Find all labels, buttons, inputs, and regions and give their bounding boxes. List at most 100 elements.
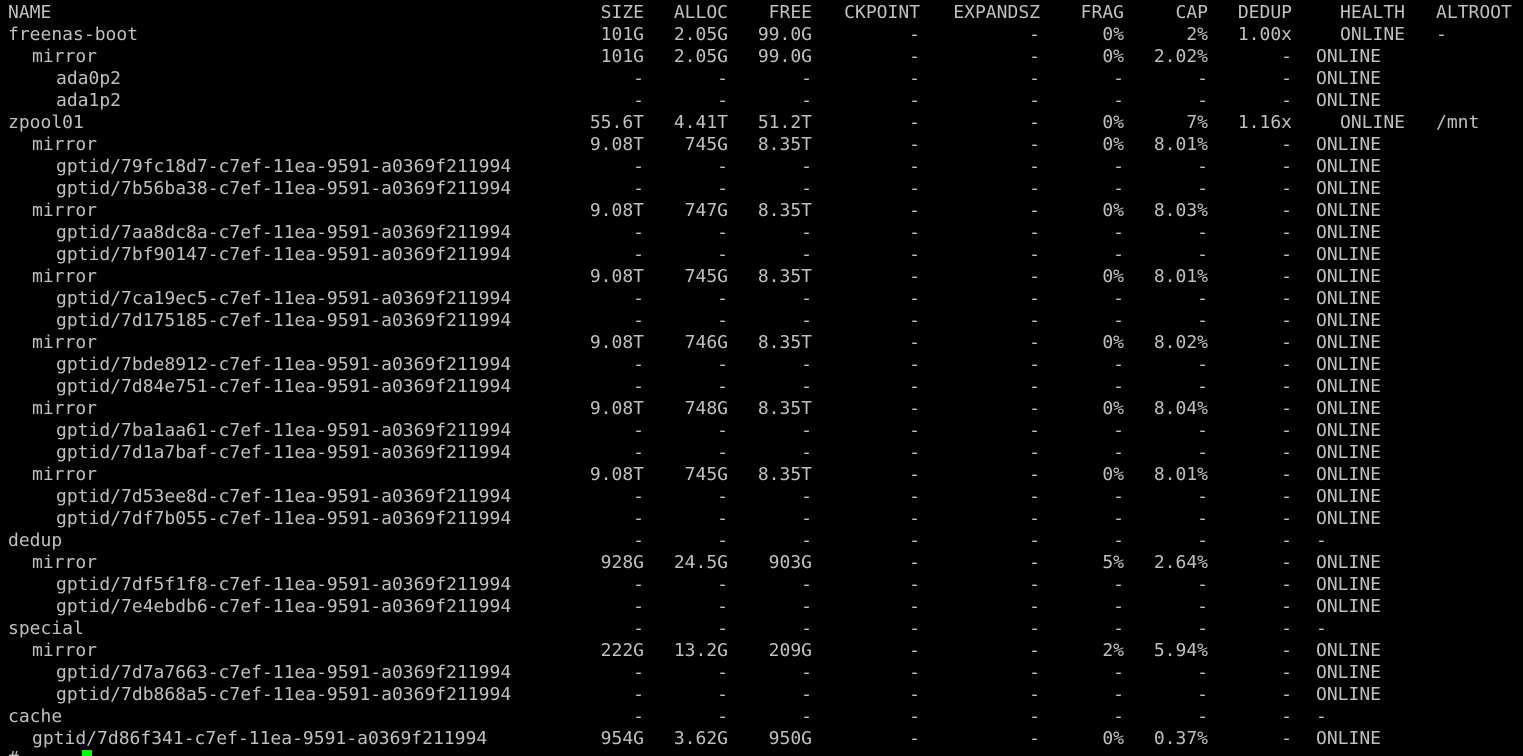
cell-size: 55.6T	[589, 112, 644, 133]
cell-size: -	[633, 90, 644, 111]
cell-alloc: -	[717, 244, 728, 265]
cell-dedup: -	[1281, 68, 1292, 89]
cell-alloc: -	[717, 310, 728, 331]
cell-health: ONLINE	[1316, 310, 1382, 331]
cell-expandsz: -	[1029, 178, 1040, 199]
column-header-row: NAME SIZE ALLOC FREE CKPOINT EXPANDSZ FRAG CAP D…	[0, 2, 1523, 24]
cell-ckpoint: -	[909, 90, 920, 111]
cell-frag: -	[1113, 178, 1124, 199]
cell-alloc: -	[717, 618, 728, 639]
cell-free: -	[801, 706, 812, 727]
terminal-window[interactable]: NAME SIZE ALLOC FREE CKPOINT EXPANDSZ FRAG CAP D…	[0, 0, 1523, 756]
cell-cap: 8.01%	[1153, 464, 1208, 485]
cell-health: ONLINE	[1340, 24, 1406, 45]
cell-expandsz: -	[1029, 662, 1040, 683]
cell-expandsz: -	[1029, 574, 1040, 595]
cell-cap: 8.03%	[1153, 200, 1208, 221]
cell-health: ONLINE	[1316, 376, 1382, 397]
cell-ckpoint: -	[909, 640, 920, 661]
cell-cap: -	[1197, 156, 1208, 177]
cell-cap: -	[1197, 442, 1208, 463]
cell-ckpoint: -	[909, 596, 920, 617]
table-row: mirror 9.08T 745G 8.35T - - 0% 8.01% - ONLINE	[0, 134, 1523, 156]
table-row: gptid/7ca19ec5-c7ef-11ea-9591-a0369f2119…	[0, 288, 1523, 310]
cell-expandsz: -	[1029, 112, 1040, 133]
cell-alloc: -	[717, 706, 728, 727]
cell-health: ONLINE	[1316, 68, 1382, 89]
cell-cap: -	[1197, 244, 1208, 265]
cell-free: 8.35T	[757, 464, 812, 485]
cell-name: gptid/7d86f341-c7ef-11ea-9591-a0369f2119…	[32, 728, 488, 749]
cell-dedup: -	[1281, 332, 1292, 353]
cell-alloc: 745G	[684, 266, 728, 287]
cell-dedup: -	[1281, 728, 1292, 749]
cell-expandsz: -	[1029, 46, 1040, 67]
cell-cap: 0.37%	[1153, 728, 1208, 749]
cell-free: -	[801, 310, 812, 331]
cell-dedup: -	[1281, 288, 1292, 309]
table-row: gptid/7d53ee8d-c7ef-11ea-9591-a0369f2119…	[0, 486, 1523, 508]
cell-size: -	[633, 178, 644, 199]
cell-cap: -	[1197, 222, 1208, 243]
cell-expandsz: -	[1029, 134, 1040, 155]
cell-ckpoint: -	[909, 442, 920, 463]
cell-size: -	[633, 508, 644, 529]
cell-size: -	[633, 486, 644, 507]
cell-ckpoint: -	[909, 68, 920, 89]
cell-dedup: -	[1281, 200, 1292, 221]
cell-frag: 0%	[1102, 24, 1124, 45]
cell-ckpoint: -	[909, 112, 920, 133]
cell-ckpoint: -	[909, 398, 920, 419]
cell-cap: -	[1197, 574, 1208, 595]
cell-name: gptid/7db868a5-c7ef-11ea-9591-a0369f2119…	[56, 684, 512, 705]
cell-free: -	[801, 68, 812, 89]
table-row: ada1p2 - - - - - - - - ONLINE	[0, 90, 1523, 112]
cell-dedup: -	[1281, 46, 1292, 67]
table-row: gptid/7df7b055-c7ef-11ea-9591-a0369f2119…	[0, 508, 1523, 530]
cell-name: dedup	[8, 530, 63, 551]
cell-dedup: -	[1281, 706, 1292, 727]
column-header-free: FREE	[768, 2, 812, 23]
cell-name: gptid/7ba1aa61-c7ef-11ea-9591-a0369f2119…	[56, 420, 512, 441]
cell-name: zpool01	[8, 112, 84, 133]
cell-health: -	[1316, 618, 1327, 639]
cell-health: ONLINE	[1316, 90, 1382, 111]
cell-size: -	[633, 354, 644, 375]
table-row: mirror 9.08T 747G 8.35T - - 0% 8.03% - ONLINE	[0, 200, 1523, 222]
cell-dedup: -	[1281, 222, 1292, 243]
cell-frag: 2%	[1102, 640, 1124, 661]
table-row: gptid/7bde8912-c7ef-11ea-9591-a0369f2119…	[0, 354, 1523, 376]
cell-cap: 7%	[1186, 112, 1208, 133]
cell-alloc: -	[717, 530, 728, 551]
cell-frag: -	[1113, 354, 1124, 375]
cell-name: ada1p2	[56, 90, 122, 111]
table-row: gptid/79fc18d7-c7ef-11ea-9591-a0369f2119…	[0, 156, 1523, 178]
cell-dedup: 1.16x	[1237, 112, 1292, 133]
cell-cap: -	[1197, 530, 1208, 551]
cell-free: 99.0G	[757, 24, 812, 45]
cell-ckpoint: -	[909, 332, 920, 353]
cell-health: ONLINE	[1316, 178, 1382, 199]
table-row: mirror 101G 2.05G 99.0G - - 0% 2.02% - ONLINE	[0, 46, 1523, 68]
cell-ckpoint: -	[909, 706, 920, 727]
cell-alloc: -	[717, 684, 728, 705]
cell-health: ONLINE	[1316, 398, 1382, 419]
cell-health: ONLINE	[1316, 508, 1382, 529]
cell-frag: -	[1113, 684, 1124, 705]
cell-name: gptid/7aa8dc8a-c7ef-11ea-9591-a0369f2119…	[56, 222, 512, 243]
table-row: ada0p2 - - - - - - - - ONLINE	[0, 68, 1523, 90]
cell-frag: -	[1113, 618, 1124, 639]
column-header-cap: CAP	[1175, 2, 1208, 23]
cell-frag: 0%	[1102, 266, 1124, 287]
cell-ckpoint: -	[909, 728, 920, 749]
cell-name: mirror	[32, 266, 98, 287]
cell-cap: 5.94%	[1153, 640, 1208, 661]
cell-health: ONLINE	[1316, 222, 1382, 243]
cell-frag: -	[1113, 156, 1124, 177]
cell-name: gptid/7bf90147-c7ef-11ea-9591-a0369f2119…	[56, 244, 512, 265]
column-header-alloc: ALLOC	[673, 2, 728, 23]
cell-frag: 0%	[1102, 464, 1124, 485]
cell-cap: -	[1197, 596, 1208, 617]
cell-expandsz: -	[1029, 640, 1040, 661]
cell-frag: -	[1113, 222, 1124, 243]
